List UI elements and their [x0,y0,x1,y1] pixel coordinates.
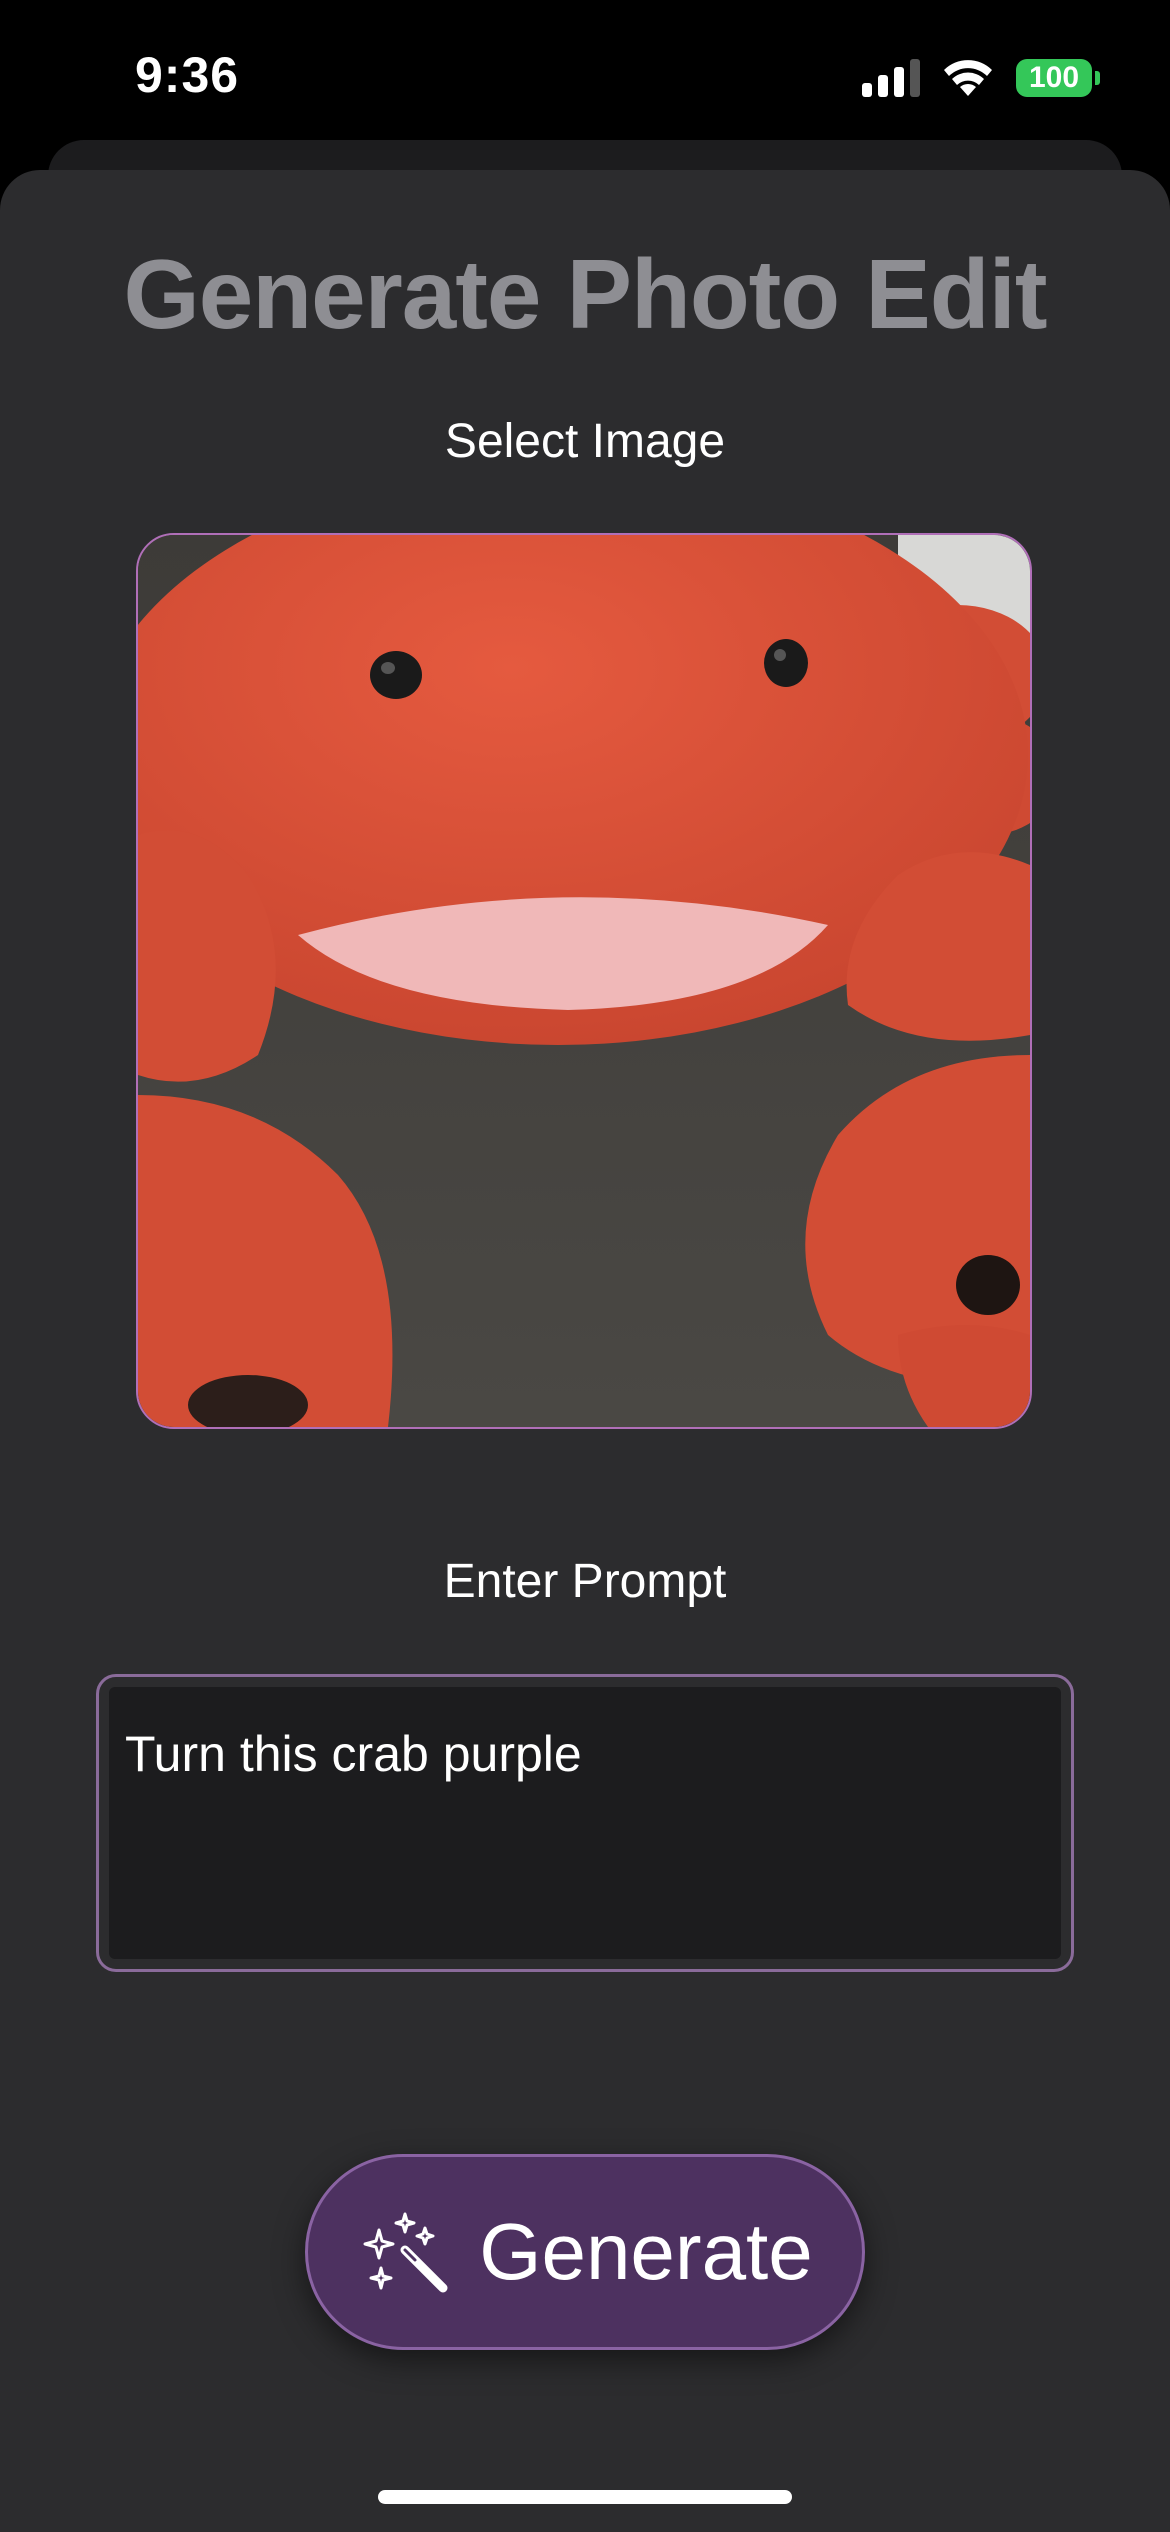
status-bar: 9:36 100 [0,0,1170,150]
enter-prompt-label: Enter Prompt [443,1555,727,1608]
generate-button[interactable]: Generate [305,2154,865,2350]
generate-label: Generate [479,2207,813,2296]
wifi-icon [944,60,992,96]
battery-level: 100 [1028,61,1080,94]
image-picker[interactable] [136,533,1032,1429]
magic-wand-sparkles-icon [363,2212,448,2293]
status-icons: 100 [862,56,1100,100]
status-time: 9:36 [135,47,240,103]
prompt-input[interactable]: Turn this crab purple [109,1687,1061,1959]
screen: 9:36 100 Generate Photo Edit Select Imag… [0,0,1170,2532]
page-title: Generate Photo Edit [123,239,1047,349]
prompt-input-frame[interactable]: Turn this crab purple [96,1674,1074,1972]
cellular-signal-icon [862,59,920,97]
home-indicator[interactable] [378,2490,792,2504]
selected-photo [138,535,1030,1427]
select-image-label: Select Image [444,415,726,468]
battery-indicator: 100 [1016,59,1100,97]
